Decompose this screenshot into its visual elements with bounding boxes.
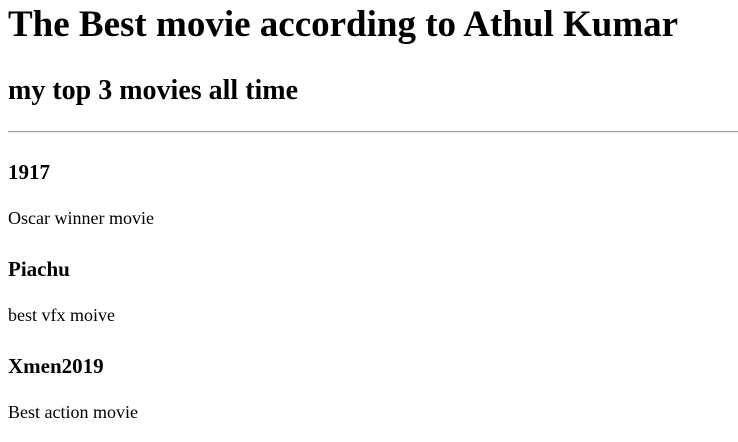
movie-description: Oscar winner movie (8, 208, 154, 228)
movie-title: 1917 (8, 160, 50, 184)
movie-list: 1917 Oscar winner movie Piachu best vfx … (8, 159, 730, 423)
movie-title: Xmen2019 (8, 354, 104, 378)
movie-description: Best action movie (8, 402, 138, 422)
movie-title: Piachu (8, 257, 70, 281)
movie-description: best vfx moive (8, 305, 115, 325)
page-subheading: my top 3 movies all time (8, 75, 299, 106)
page-heading: The Best movie according to Athul Kumar (8, 4, 679, 45)
divider (8, 131, 738, 133)
